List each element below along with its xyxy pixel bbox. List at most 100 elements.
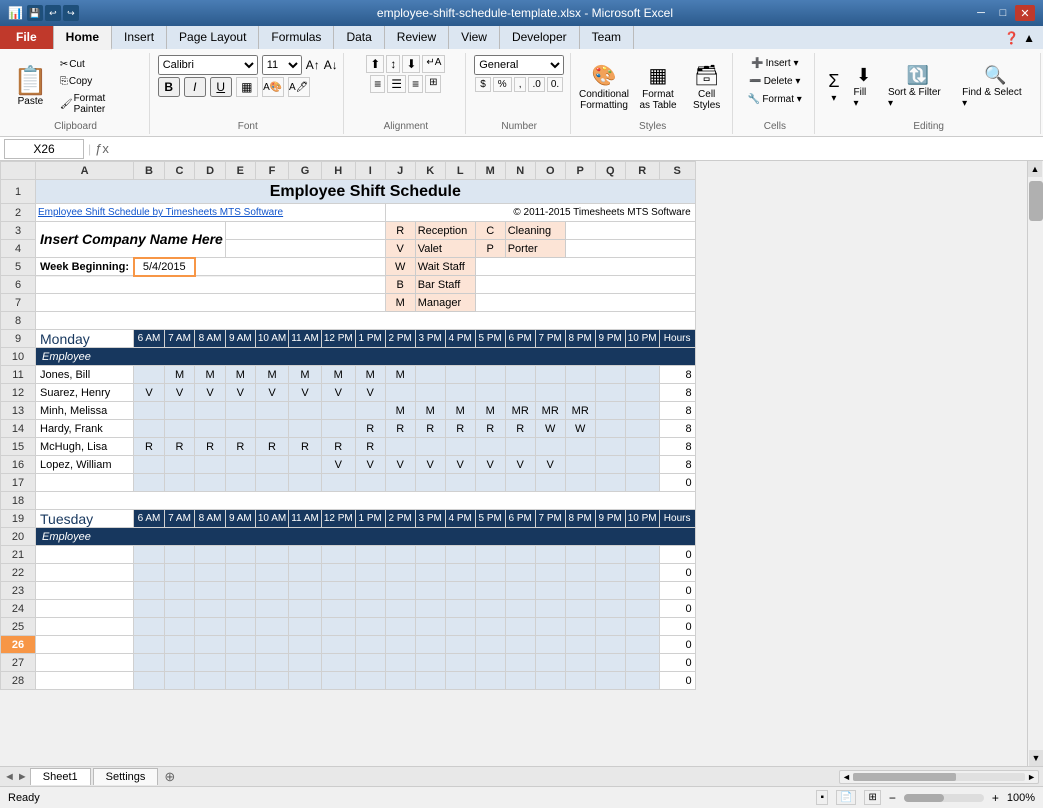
- h-scroll-right[interactable]: ►: [1027, 772, 1036, 782]
- emp-jones[interactable]: Jones, Bill: [36, 366, 134, 384]
- row-27[interactable]: 27 0: [1, 654, 696, 672]
- r12-f[interactable]: V: [255, 384, 288, 402]
- r11-r[interactable]: [625, 366, 659, 384]
- col-k[interactable]: K: [415, 162, 445, 180]
- emp-minh[interactable]: Minh, Melissa: [36, 402, 134, 420]
- zoom-slider[interactable]: [904, 794, 984, 802]
- r13-d[interactable]: [195, 402, 226, 420]
- r17-h[interactable]: [321, 474, 355, 492]
- r17-p[interactable]: [565, 474, 595, 492]
- wrap-text-icon[interactable]: ↵A: [422, 55, 445, 73]
- r13-f[interactable]: [255, 402, 288, 420]
- r14-l[interactable]: R: [445, 420, 475, 438]
- r13-p[interactable]: MR: [565, 402, 595, 420]
- r14-p[interactable]: W: [565, 420, 595, 438]
- r11-k[interactable]: [415, 366, 445, 384]
- r13-g[interactable]: [289, 402, 322, 420]
- r17-r[interactable]: [625, 474, 659, 492]
- r16-n[interactable]: V: [505, 456, 535, 474]
- view-layout-icon[interactable]: 📄: [836, 790, 856, 805]
- border-button[interactable]: ▦: [236, 77, 258, 97]
- r11-c[interactable]: M: [164, 366, 195, 384]
- row-22[interactable]: 22 0: [1, 564, 696, 582]
- underline-button[interactable]: U: [210, 77, 232, 97]
- r17-d[interactable]: [195, 474, 226, 492]
- h-scroll-thumb[interactable]: [853, 773, 956, 781]
- r15-b[interactable]: R: [134, 438, 165, 456]
- row-25[interactable]: 25 0: [1, 618, 696, 636]
- row-28[interactable]: 28 0: [1, 672, 696, 690]
- r12-b[interactable]: V: [134, 384, 165, 402]
- add-sheet-icon[interactable]: ⊕: [164, 769, 175, 785]
- emp-lopez[interactable]: Lopez, William: [36, 456, 134, 474]
- r14-e[interactable]: [225, 420, 255, 438]
- scroll-down-btn[interactable]: ▼: [1029, 750, 1043, 766]
- r15-o[interactable]: [535, 438, 565, 456]
- r16-m[interactable]: V: [475, 456, 505, 474]
- r14-b[interactable]: [134, 420, 165, 438]
- r17-g[interactable]: [289, 474, 322, 492]
- r16-j[interactable]: V: [385, 456, 415, 474]
- row-13[interactable]: 13 Minh, Melissa M M M M: [1, 402, 696, 420]
- r14-i[interactable]: R: [355, 420, 385, 438]
- r15-h[interactable]: R: [321, 438, 355, 456]
- r16-r[interactable]: [625, 456, 659, 474]
- r14-h[interactable]: [321, 420, 355, 438]
- r15-p[interactable]: [565, 438, 595, 456]
- col-m[interactable]: M: [475, 162, 505, 180]
- r17-e[interactable]: [225, 474, 255, 492]
- r11-hours[interactable]: 8: [659, 366, 695, 384]
- r13-i[interactable]: [355, 402, 385, 420]
- col-s[interactable]: S: [659, 162, 695, 180]
- r15-k[interactable]: [415, 438, 445, 456]
- horizontal-scrollbar[interactable]: ◄ ►: [839, 770, 1039, 784]
- company-name-cell[interactable]: Insert Company Name Here: [36, 222, 226, 258]
- r16-k[interactable]: V: [415, 456, 445, 474]
- emp-hardy[interactable]: Hardy, Frank: [36, 420, 134, 438]
- r16-l[interactable]: V: [445, 456, 475, 474]
- row-12[interactable]: 12 Suarez, Henry V V V V V V V V: [1, 384, 696, 402]
- r14-n[interactable]: R: [505, 420, 535, 438]
- r12-c[interactable]: V: [164, 384, 195, 402]
- col-e[interactable]: E: [225, 162, 255, 180]
- col-i[interactable]: I: [355, 162, 385, 180]
- col-r[interactable]: R: [625, 162, 659, 180]
- autosum-button[interactable]: Σ ▾: [823, 68, 844, 107]
- r13-hours[interactable]: 8: [659, 402, 695, 420]
- r11-l[interactable]: [445, 366, 475, 384]
- emp-suarez[interactable]: Suarez, Henry: [36, 384, 134, 402]
- col-d[interactable]: D: [195, 162, 226, 180]
- decrease-decimal-icon[interactable]: 0.: [547, 77, 563, 92]
- format-as-table-button[interactable]: ▦ Format as Table: [633, 60, 683, 114]
- scroll-thumb[interactable]: [1029, 181, 1043, 221]
- r13-o[interactable]: MR: [535, 402, 565, 420]
- r13-l[interactable]: M: [445, 402, 475, 420]
- r12-q[interactable]: [595, 384, 625, 402]
- scroll-up-btn[interactable]: ▲: [1028, 161, 1042, 177]
- r13-q[interactable]: [595, 402, 625, 420]
- increase-font-icon[interactable]: A↑: [306, 58, 320, 72]
- r14-c[interactable]: [164, 420, 195, 438]
- row-21[interactable]: 21 0: [1, 546, 696, 564]
- h-scroll-left[interactable]: ◄: [842, 772, 851, 782]
- r13-k[interactable]: M: [415, 402, 445, 420]
- row-16[interactable]: 16 Lopez, William V V V V V V: [1, 456, 696, 474]
- r17-f[interactable]: [255, 474, 288, 492]
- col-q[interactable]: Q: [595, 162, 625, 180]
- percent-icon[interactable]: %: [493, 77, 512, 92]
- r12-o[interactable]: [535, 384, 565, 402]
- font-color-button[interactable]: A🖊: [288, 77, 310, 97]
- cut-button[interactable]: ✂Cut: [56, 57, 143, 72]
- r17-i[interactable]: [355, 474, 385, 492]
- quick-access-save[interactable]: 💾: [27, 5, 43, 21]
- r13-h[interactable]: [321, 402, 355, 420]
- function-icon[interactable]: ƒx: [95, 141, 109, 156]
- col-n[interactable]: N: [505, 162, 535, 180]
- r17-m[interactable]: [475, 474, 505, 492]
- scroll-tabs-left[interactable]: ◄: [4, 771, 15, 783]
- r12-m[interactable]: [475, 384, 505, 402]
- minimize-button[interactable]: ─: [971, 5, 991, 21]
- r11-j[interactable]: M: [385, 366, 415, 384]
- tab-data[interactable]: Data: [334, 26, 384, 49]
- r13-n[interactable]: MR: [505, 402, 535, 420]
